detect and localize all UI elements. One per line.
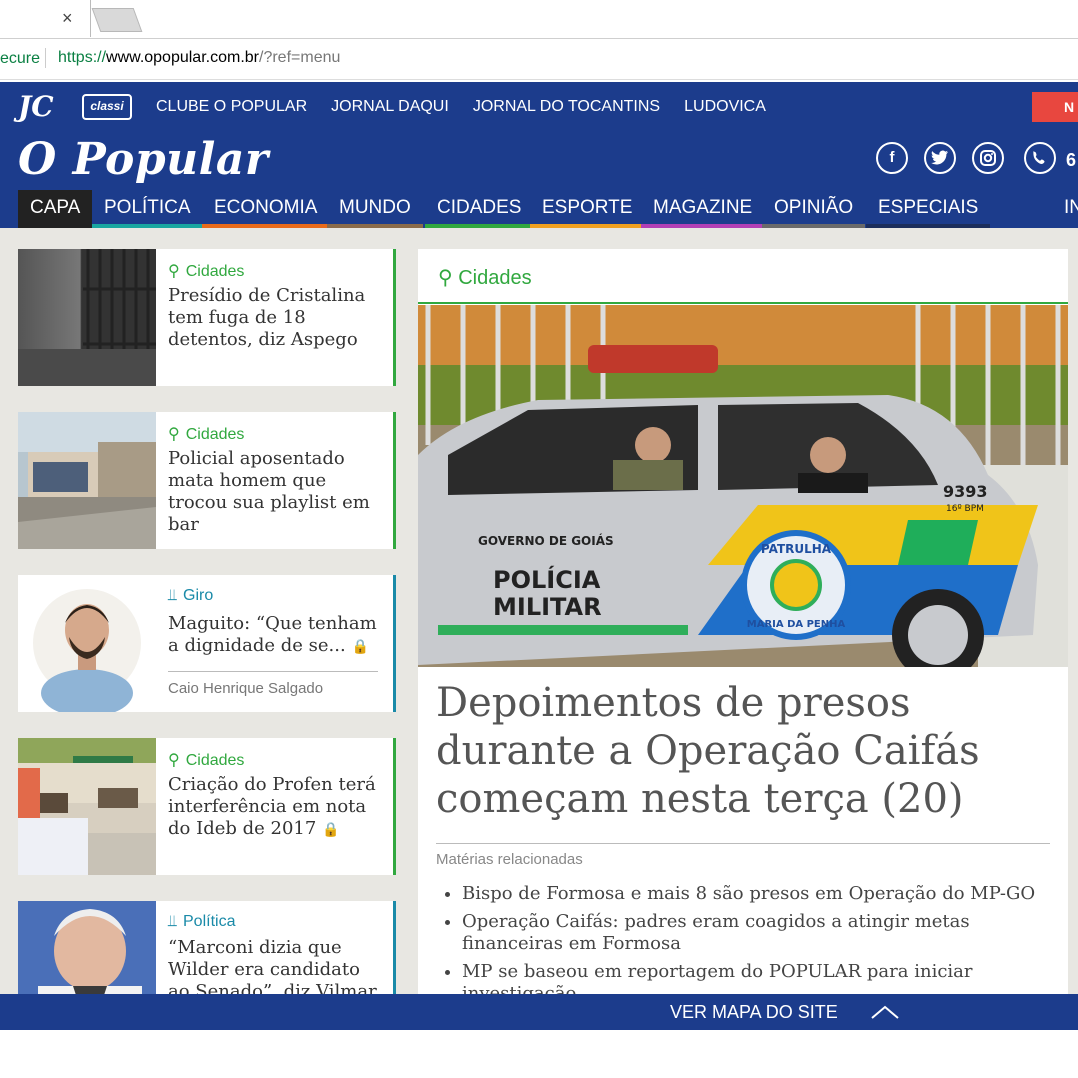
tab-politica[interactable]: POLÍTICA (92, 190, 203, 228)
link-ludovica[interactable]: LUDOVICA (684, 98, 766, 116)
browser-tab-bar: × (0, 0, 1078, 39)
main-photo[interactable]: PATRULHA MARIA DA PENHA GOVERNO DE GOIÁS… (418, 305, 1068, 667)
card-category-text: Cidades (185, 263, 245, 280)
url-domain: www.opopular.com.br (106, 49, 259, 66)
main-category-text: Cidades (458, 267, 532, 289)
tab-opiniao[interactable]: OPINIÃO (762, 190, 866, 228)
related-divider (436, 843, 1050, 844)
url-separator (45, 48, 46, 68)
main-story[interactable]: ⚲ Cidades PATRULHA MARIA DA PENHA GOVERN… (418, 249, 1068, 994)
card-headline[interactable]: “Marconi dizia que Wilder era candidato … (168, 937, 378, 994)
news-thumbnail[interactable] (18, 412, 156, 549)
related-list: Bispo de Formosa e mais 8 são presos em … (442, 883, 1062, 994)
badge-bottom-text: MARIA DA PENHA (747, 619, 846, 630)
card-category[interactable]: ⚲ Cidades (168, 750, 244, 770)
twitter-icon[interactable] (924, 142, 956, 174)
lock-icon: 🔒 (322, 822, 340, 838)
location-pin-icon: ⚲ (168, 752, 180, 769)
network-links: CLUBE O POPULAR JORNAL DAQUI JORNAL DO T… (156, 98, 766, 116)
link-tocantins[interactable]: JORNAL DO TOCANTINS (473, 98, 660, 116)
plate-sub-text: 16º BPM (946, 504, 984, 514)
url-text[interactable]: https://www.opopular.com.br/?ref=menu (58, 49, 340, 67)
card-category-text: Giro (183, 587, 214, 604)
card-category-text: Cidades (185, 752, 245, 769)
tab-cidades[interactable]: CIDADES (425, 190, 534, 228)
location-pin-icon: ⚲ (168, 263, 180, 280)
card-headline[interactable]: Presídio de Cristalina tem fuga de 18 de… (168, 285, 378, 351)
card-category[interactable]: ⚲ Cidades (168, 261, 244, 281)
phone-number[interactable]: 6 (1066, 150, 1076, 171)
headline-text: Criação do Profen terá interferência em … (168, 774, 376, 839)
browser-tab[interactable]: × (0, 0, 91, 37)
door-line2-text: MILITAR (493, 593, 602, 621)
main-category[interactable]: ⚲ Cidades (438, 265, 532, 290)
jc-logo[interactable]: JC (18, 90, 54, 123)
news-card[interactable]: ⚲ Cidades Criação do Profen terá interfer… (18, 738, 396, 875)
plate-text: 9393 (943, 482, 988, 501)
news-thumbnail[interactable] (18, 738, 156, 875)
news-thumbnail[interactable] (18, 901, 156, 994)
politica-icon: ⫫ (168, 913, 177, 930)
close-tab-icon[interactable]: × (62, 8, 73, 29)
new-tab-button[interactable] (91, 8, 143, 32)
giro-icon: ⫫ (168, 587, 177, 604)
news-card[interactable]: ⫫ Giro Maguito: “Que tenham a dignidade d… (18, 575, 396, 717)
masthead: O Popular f 6 (0, 132, 1078, 190)
tab-especiais[interactable]: ESPECIAIS (866, 190, 991, 228)
badge-top-text: PATRULHA (761, 542, 832, 556)
card-category-text: Política (183, 913, 236, 930)
tab-mundo[interactable]: MUNDO (327, 190, 423, 228)
tab-more[interactable]: IN (1052, 190, 1078, 228)
chevron-up-icon[interactable] (870, 1000, 900, 1024)
related-link[interactable]: Bispo de Formosa e mais 8 são presos em … (462, 883, 1062, 905)
main-headline[interactable]: Depoimentos de presos durante a Operação… (436, 679, 1056, 823)
card-category[interactable]: ⚲ Cidades (168, 424, 244, 444)
location-pin-icon: ⚲ (168, 426, 180, 443)
secure-label: ecure (0, 50, 41, 67)
top-red-button[interactable]: N (1032, 92, 1078, 122)
category-nav: CAPA POLÍTICA ECONOMIA MUNDO CIDADES ESP… (0, 190, 1078, 228)
address-bar[interactable]: ecure https://www.opopular.com.br/?ref=m… (0, 39, 1078, 80)
url-protocol: https:// (58, 49, 107, 66)
classi-logo[interactable]: classi (82, 94, 132, 120)
whatsapp-icon[interactable] (1024, 142, 1056, 174)
category-rule (418, 302, 1068, 304)
related-link[interactable]: MP se baseou em reportagem do POPULAR pa… (462, 961, 1062, 994)
card-headline[interactable]: Criação do Profen terá interferência em … (168, 774, 378, 841)
card-category[interactable]: ⫫ Política (168, 913, 235, 931)
sitemap-link[interactable]: VER MAPA DO SITE (670, 1002, 838, 1023)
content-area: ⚲ Cidades Presídio de Cristalina tem fuga… (0, 228, 1078, 994)
author-photo[interactable] (18, 575, 156, 717)
card-headline[interactable]: Maguito: “Que tenham a dignidade de se..… (168, 613, 378, 658)
link-daqui[interactable]: JORNAL DAQUI (331, 98, 449, 116)
tab-capa[interactable]: CAPA (18, 190, 93, 228)
tab-magazine[interactable]: MAGAZINE (641, 190, 765, 228)
lock-icon: 🔒 (351, 639, 369, 655)
link-clube[interactable]: CLUBE O POPULAR (156, 98, 307, 116)
news-card[interactable]: ⚲ Cidades Policial aposentado mata homem … (18, 412, 396, 549)
headline-text: Maguito: “Que tenham a dignidade de se..… (168, 613, 377, 656)
sitemap-bar[interactable]: VER MAPA DO SITE (0, 994, 1078, 1030)
news-thumbnail[interactable] (18, 249, 156, 386)
news-card[interactable]: ⫫ Política “Marconi dizia que Wilder era … (18, 901, 396, 994)
author-name[interactable]: Caio Henrique Salgado (168, 671, 378, 697)
card-headline[interactable]: Policial aposentado mata homem que troco… (168, 448, 378, 536)
door-line1-text: POLÍCIA (493, 565, 601, 594)
url-path: /?ref=menu (259, 49, 341, 66)
news-card[interactable]: ⚲ Cidades Presídio de Cristalina tem fuga… (18, 249, 396, 386)
card-category-text: Cidades (185, 426, 245, 443)
instagram-icon[interactable] (972, 142, 1004, 174)
tab-esporte[interactable]: ESPORTE (530, 190, 645, 228)
site-logo[interactable]: O Popular (18, 134, 269, 185)
facebook-icon[interactable]: f (876, 142, 908, 174)
related-label: Matérias relacionadas (436, 851, 583, 868)
related-link[interactable]: Operação Caifás: padres eram coagidos a … (462, 911, 1062, 955)
door-top-text: GOVERNO DE GOIÁS (478, 533, 614, 548)
card-category[interactable]: ⫫ Giro (168, 587, 213, 605)
location-pin-icon: ⚲ (438, 267, 453, 289)
network-bar: JC classi CLUBE O POPULAR JORNAL DAQUI J… (0, 82, 1078, 132)
tab-economia[interactable]: ECONOMIA (202, 190, 330, 228)
